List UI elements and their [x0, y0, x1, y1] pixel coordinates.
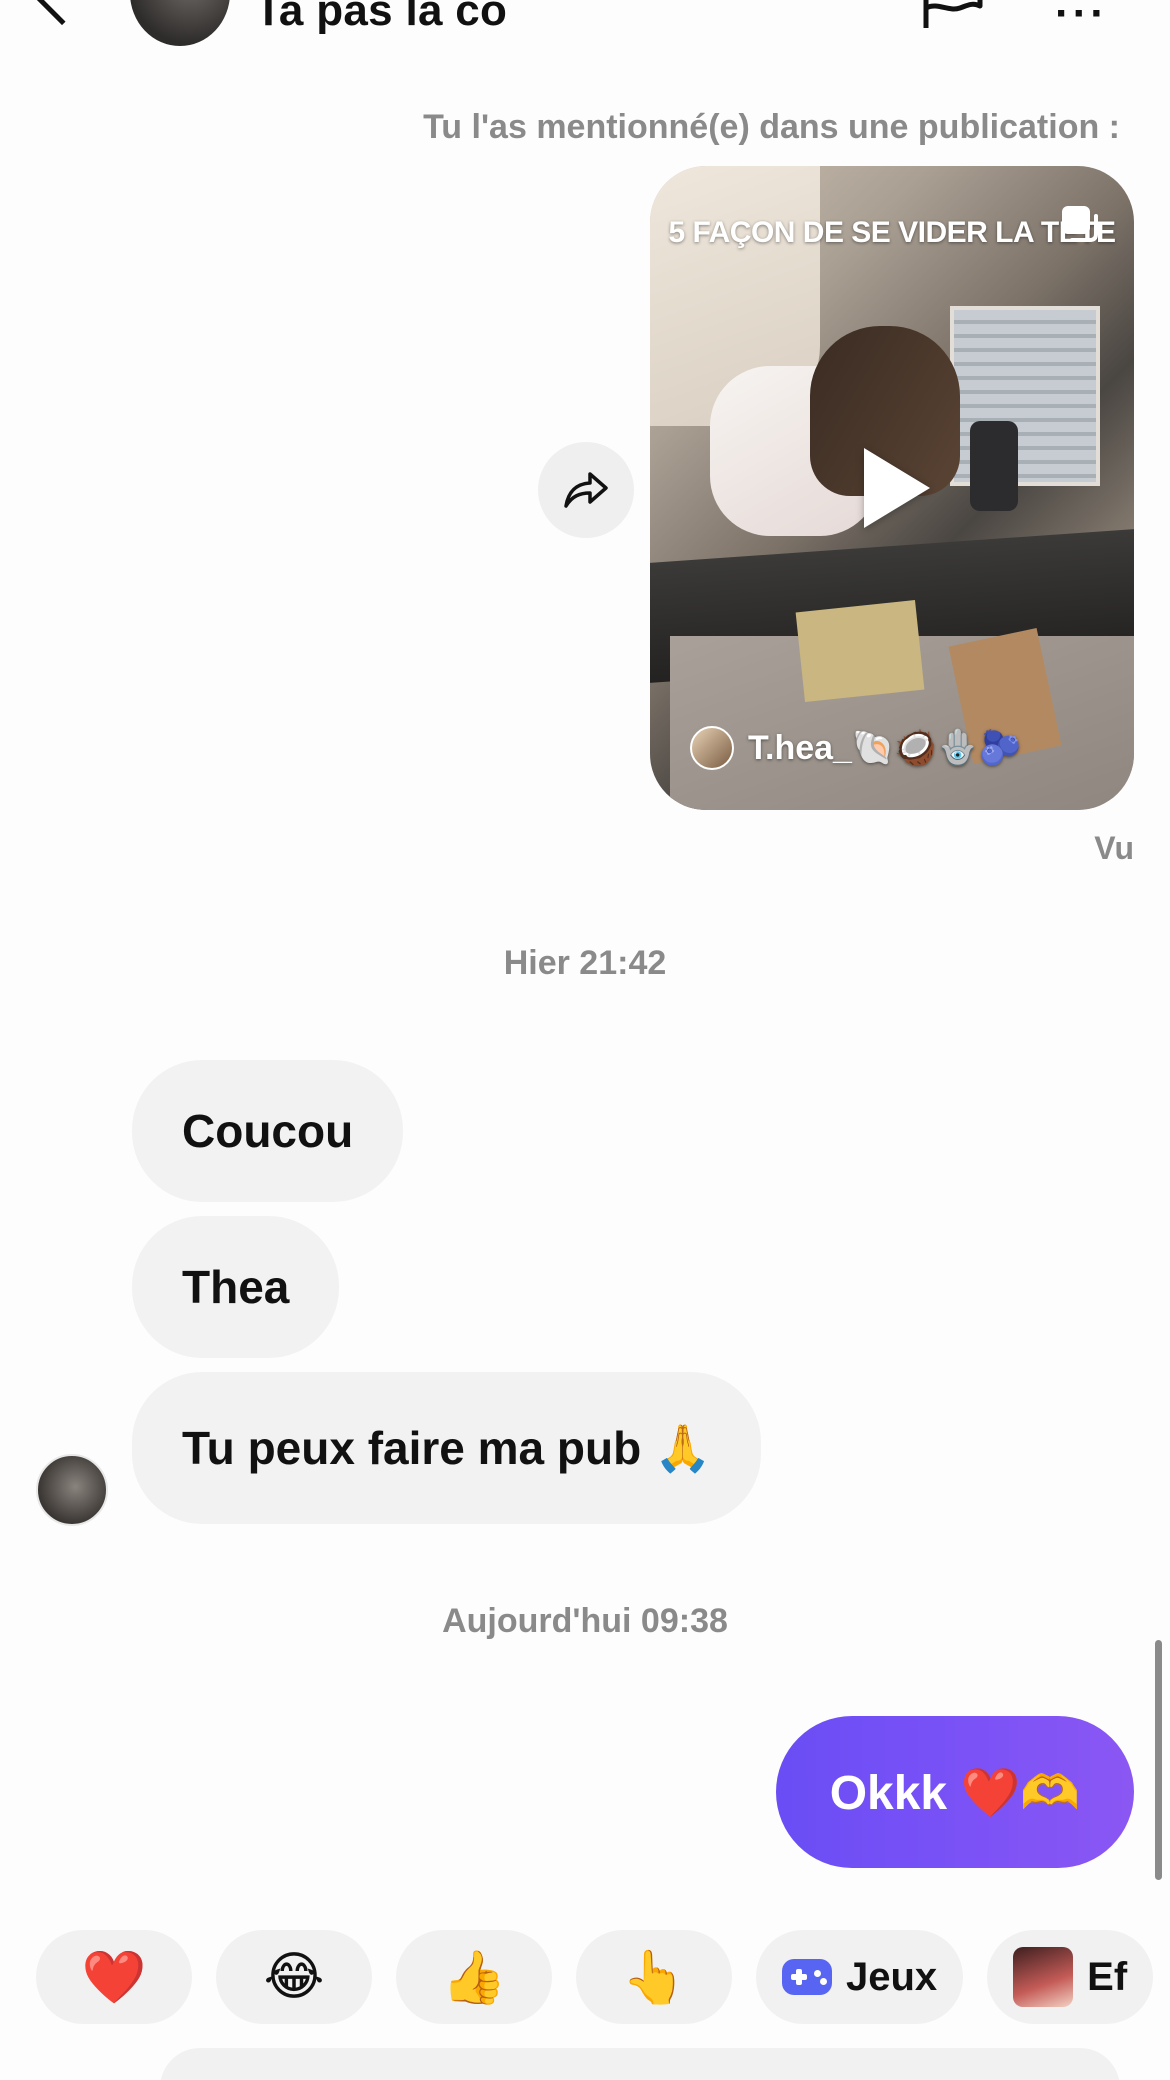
- play-icon[interactable]: [864, 448, 930, 528]
- chat-screen: Ta pas la co ··· Tu l'as mentionné(e) da…: [0, 0, 1170, 2080]
- incoming-message[interactable]: Thea: [132, 1216, 340, 1358]
- effect-thumbnail: [1013, 1947, 1074, 2007]
- message-input[interactable]: [160, 2048, 1120, 2080]
- message-text: Okkk ❤️🫶: [829, 1766, 1080, 1820]
- chat-header: Ta pas la co ···: [0, 0, 1170, 60]
- incoming-message[interactable]: Tu peux faire ma pub 🙏: [132, 1372, 762, 1524]
- more-horizontal-icon[interactable]: ···: [1055, 0, 1108, 36]
- games-button[interactable]: Jeux: [756, 1930, 964, 2024]
- shared-video-card[interactable]: 5 FAÇON DE SE VIDER LA TÊTE T.hea_🐚🥥🪬🫐: [650, 166, 1134, 810]
- quick-reaction-bar: ❤️ 😂 👍 👆 Jeux Ef: [36, 1930, 1154, 2024]
- message-timestamp: Hier 21:42: [503, 944, 667, 982]
- avatar[interactable]: [130, 0, 230, 46]
- video-scene-phone: [970, 421, 1018, 511]
- video-scene-poster: [795, 599, 925, 703]
- message-text: Coucou: [182, 1105, 354, 1157]
- incoming-message[interactable]: Coucou: [132, 1060, 404, 1202]
- quick-reaction-heart[interactable]: ❤️: [36, 1930, 192, 2024]
- message-timestamp: Aujourd'hui 09:38: [442, 1602, 728, 1640]
- outgoing-message[interactable]: Okkk ❤️🫶: [775, 1716, 1134, 1868]
- carousel-icon: [1062, 206, 1098, 242]
- avatar[interactable]: [36, 1454, 108, 1526]
- video-author-name: T.hea_🐚🥥🪬🫐: [748, 729, 1022, 767]
- seen-status: Vu: [1094, 830, 1134, 866]
- flag-icon[interactable]: [920, 0, 984, 28]
- share-button[interactable]: [538, 442, 634, 538]
- share-arrow-icon: [564, 472, 608, 508]
- video-author: T.hea_🐚🥥🪬🫐: [690, 726, 1021, 770]
- avatar: [690, 726, 734, 770]
- games-label: Jeux: [846, 1954, 938, 1999]
- quick-reaction-laugh[interactable]: 😂: [216, 1930, 372, 2024]
- gamepad-icon: [782, 1959, 832, 1995]
- quick-reaction-point-up[interactable]: 👆: [576, 1930, 732, 2024]
- mention-note: Tu l'as mentionné(e) dans une publicatio…: [423, 108, 1120, 146]
- quick-reaction-thumbs-up[interactable]: 👍: [396, 1930, 552, 2024]
- effects-label: Ef: [1087, 1954, 1128, 1999]
- message-text: Tu peux faire ma pub 🙏: [182, 1421, 712, 1474]
- message-text: Thea: [182, 1261, 290, 1313]
- chevron-left-icon[interactable]: [30, 0, 94, 26]
- effects-button[interactable]: Ef: [987, 1930, 1154, 2024]
- chat-title[interactable]: Ta pas la co: [255, 0, 507, 36]
- scrollbar[interactable]: [1155, 1640, 1162, 1880]
